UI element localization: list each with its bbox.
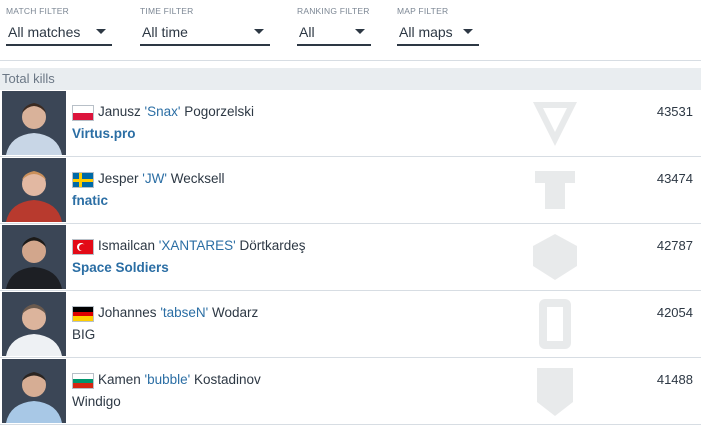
player-row[interactable]: Ismailcan 'XANTARES' Dörtkardeş Space So… [0, 224, 701, 291]
team-logo-icon [533, 234, 577, 280]
team-name[interactable]: Space Soldiers [72, 260, 169, 275]
nickname: 'XANTARES' [158, 238, 236, 253]
map-filter-select[interactable]: All maps [397, 18, 479, 46]
first-name: Janusz [98, 104, 141, 119]
filter-bar: MATCH FILTER All matches TIME FILTER All… [0, 0, 701, 61]
player-list: Janusz 'Snax' Pogorzelski Virtus.pro 435… [0, 90, 701, 425]
chevron-down-icon [355, 29, 365, 34]
avatar-icon [2, 359, 66, 423]
map-filter-label: MAP FILTER [397, 6, 449, 16]
last-name: Kostadinov [194, 372, 261, 387]
flag-germany-icon [72, 306, 94, 322]
player-name[interactable]: Jesper 'JW' Wecksell [98, 171, 224, 186]
nickname: 'bubble' [144, 372, 191, 387]
nickname: 'JW' [142, 171, 167, 186]
player-photo[interactable] [2, 91, 66, 155]
ranking-filter-value: All [299, 24, 315, 40]
team-logo-icon [537, 368, 573, 416]
kills-count: 41488 [656, 372, 693, 387]
last-name: Wodarz [212, 305, 259, 320]
kills-count: 43474 [656, 171, 693, 186]
team-logo-icon [535, 171, 575, 209]
ranking-filter-label: RANKING FILTER [297, 6, 370, 16]
chevron-down-icon [254, 29, 264, 34]
ranking-filter-select[interactable]: All [297, 18, 371, 46]
chevron-down-icon [96, 29, 106, 34]
avatar-icon [2, 292, 66, 356]
kills-count: 43531 [656, 104, 693, 119]
avatar-icon [2, 91, 66, 155]
last-name: Pogorzelski [184, 104, 255, 119]
first-name: Johannes [98, 305, 157, 320]
first-name: Ismailcan [98, 238, 156, 253]
player-row[interactable]: Janusz 'Snax' Pogorzelski Virtus.pro 435… [0, 90, 701, 157]
team-logo-icon [533, 102, 577, 146]
chevron-down-icon [463, 29, 473, 34]
player-name[interactable]: Ismailcan 'XANTARES' Dörtkardeş [98, 238, 306, 253]
match-filter-select[interactable]: All matches [6, 18, 112, 46]
match-filter-label: MATCH FILTER [6, 6, 69, 16]
first-name: Jesper [98, 171, 139, 186]
flag-poland-icon [72, 105, 94, 121]
nickname: 'Snax' [144, 104, 181, 119]
time-filter-value: All time [142, 24, 188, 40]
last-name: Dörtkardeş [239, 238, 306, 253]
player-row[interactable]: Johannes 'tabseN' Wodarz BIG 42054 [0, 291, 701, 358]
player-row[interactable]: Jesper 'JW' Wecksell fnatic 43474 [0, 157, 701, 224]
flag-turkey-icon [72, 239, 94, 255]
team-name[interactable]: Windigo [72, 394, 121, 409]
flag-sweden-icon [72, 172, 94, 188]
section-title: Total kills [0, 68, 701, 90]
time-filter-select[interactable]: All time [140, 18, 270, 46]
player-name[interactable]: Johannes 'tabseN' Wodarz [98, 305, 258, 320]
flag-bulgaria-icon [72, 373, 94, 389]
avatar-icon [2, 225, 66, 289]
player-photo[interactable] [2, 158, 66, 222]
first-name: Kamen [98, 372, 141, 387]
map-filter-value: All maps [399, 24, 453, 40]
player-photo[interactable] [2, 359, 66, 423]
kills-count: 42054 [656, 305, 693, 320]
team-name[interactable]: Virtus.pro [72, 126, 136, 141]
team-logo-icon [539, 299, 571, 349]
player-name[interactable]: Kamen 'bubble' Kostadinov [98, 372, 261, 387]
player-name[interactable]: Janusz 'Snax' Pogorzelski [98, 104, 254, 119]
player-row[interactable]: Kamen 'bubble' Kostadinov Windigo 41488 [0, 358, 701, 425]
team-name[interactable]: fnatic [72, 193, 108, 208]
avatar-icon [2, 158, 66, 222]
team-name[interactable]: BIG [72, 327, 95, 342]
match-filter-value: All matches [8, 24, 81, 40]
kills-count: 42787 [656, 238, 693, 253]
player-photo[interactable] [2, 225, 66, 289]
player-photo[interactable] [2, 292, 66, 356]
nickname: 'tabseN' [160, 305, 209, 320]
last-name: Wecksell [170, 171, 225, 186]
time-filter-label: TIME FILTER [140, 6, 194, 16]
